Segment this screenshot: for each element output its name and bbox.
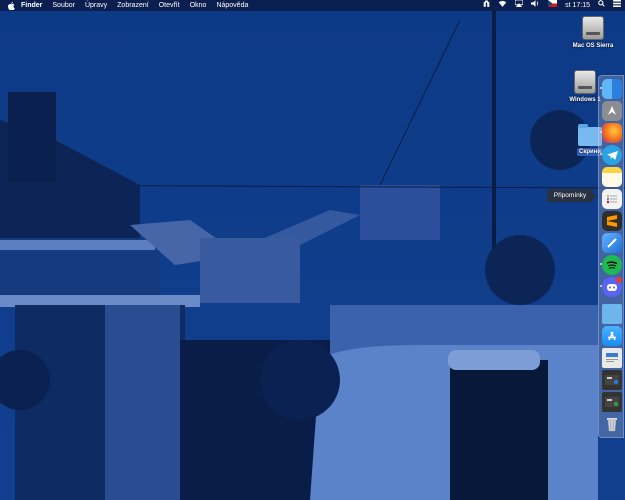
discord-icon[interactable]	[600, 277, 622, 297]
reminders-icon[interactable]	[602, 189, 622, 209]
desktop-icon-label: Windows 1	[569, 97, 601, 103]
menu-otevrit[interactable]: Otevřít	[154, 0, 185, 11]
preview-icon[interactable]	[602, 348, 622, 368]
keyboard-flag-icon[interactable]	[544, 0, 561, 11]
menu-soubor[interactable]: Soubor	[47, 0, 80, 11]
hard-drive-icon	[574, 70, 596, 94]
folder-icon[interactable]	[602, 304, 622, 324]
tor-icon[interactable]	[479, 0, 494, 12]
firefox-icon[interactable]	[600, 123, 622, 143]
wifi-icon[interactable]	[494, 0, 511, 11]
menu-clock[interactable]: st 17:15	[561, 0, 594, 11]
screenshot-thumb-icon[interactable]	[602, 370, 622, 390]
hard-drive-icon	[582, 16, 604, 40]
screenshot-thumb-icon[interactable]	[602, 392, 622, 412]
notification-badge	[616, 277, 622, 283]
app-store-icon[interactable]	[602, 326, 622, 346]
dock	[598, 75, 624, 438]
desktop-icon-mac-os-sierra[interactable]: Mac OS Sierra	[563, 16, 623, 49]
menu-app-name[interactable]: Finder	[16, 0, 47, 11]
desktop-icon-label: Mac OS Sierra	[572, 43, 614, 49]
menu-bar: Finder Soubor Úpravy Zobrazení Otevřít O…	[0, 0, 625, 11]
desktop-wallpaper	[0, 0, 625, 500]
spotify-icon[interactable]	[600, 255, 622, 275]
sublime-icon[interactable]	[602, 211, 622, 231]
airplay-icon[interactable]	[511, 0, 527, 11]
telegram-icon[interactable]	[600, 145, 622, 165]
menu-zobrazeni[interactable]: Zobrazení	[112, 0, 154, 11]
xcode-icon[interactable]	[602, 233, 622, 253]
menu-okno[interactable]: Okno	[185, 0, 212, 11]
menu-bar-right: st 17:15	[479, 0, 625, 11]
launchpad-icon[interactable]	[602, 101, 622, 121]
spotlight-icon[interactable]	[594, 0, 609, 11]
finder-icon[interactable]	[600, 79, 622, 99]
volume-icon[interactable]	[527, 0, 544, 11]
trash-icon[interactable]	[602, 414, 622, 434]
notes-icon[interactable]	[602, 167, 622, 187]
menu-napoveda[interactable]: Nápověda	[211, 0, 253, 11]
dock-tooltip: Připomínky	[547, 189, 597, 202]
apple-logo-icon[interactable]	[6, 0, 16, 11]
menu-bar-left: Finder Soubor Úpravy Zobrazení Otevřít O…	[0, 0, 253, 11]
control-center-icon[interactable]	[609, 0, 625, 11]
menu-upravy[interactable]: Úpravy	[80, 0, 112, 11]
